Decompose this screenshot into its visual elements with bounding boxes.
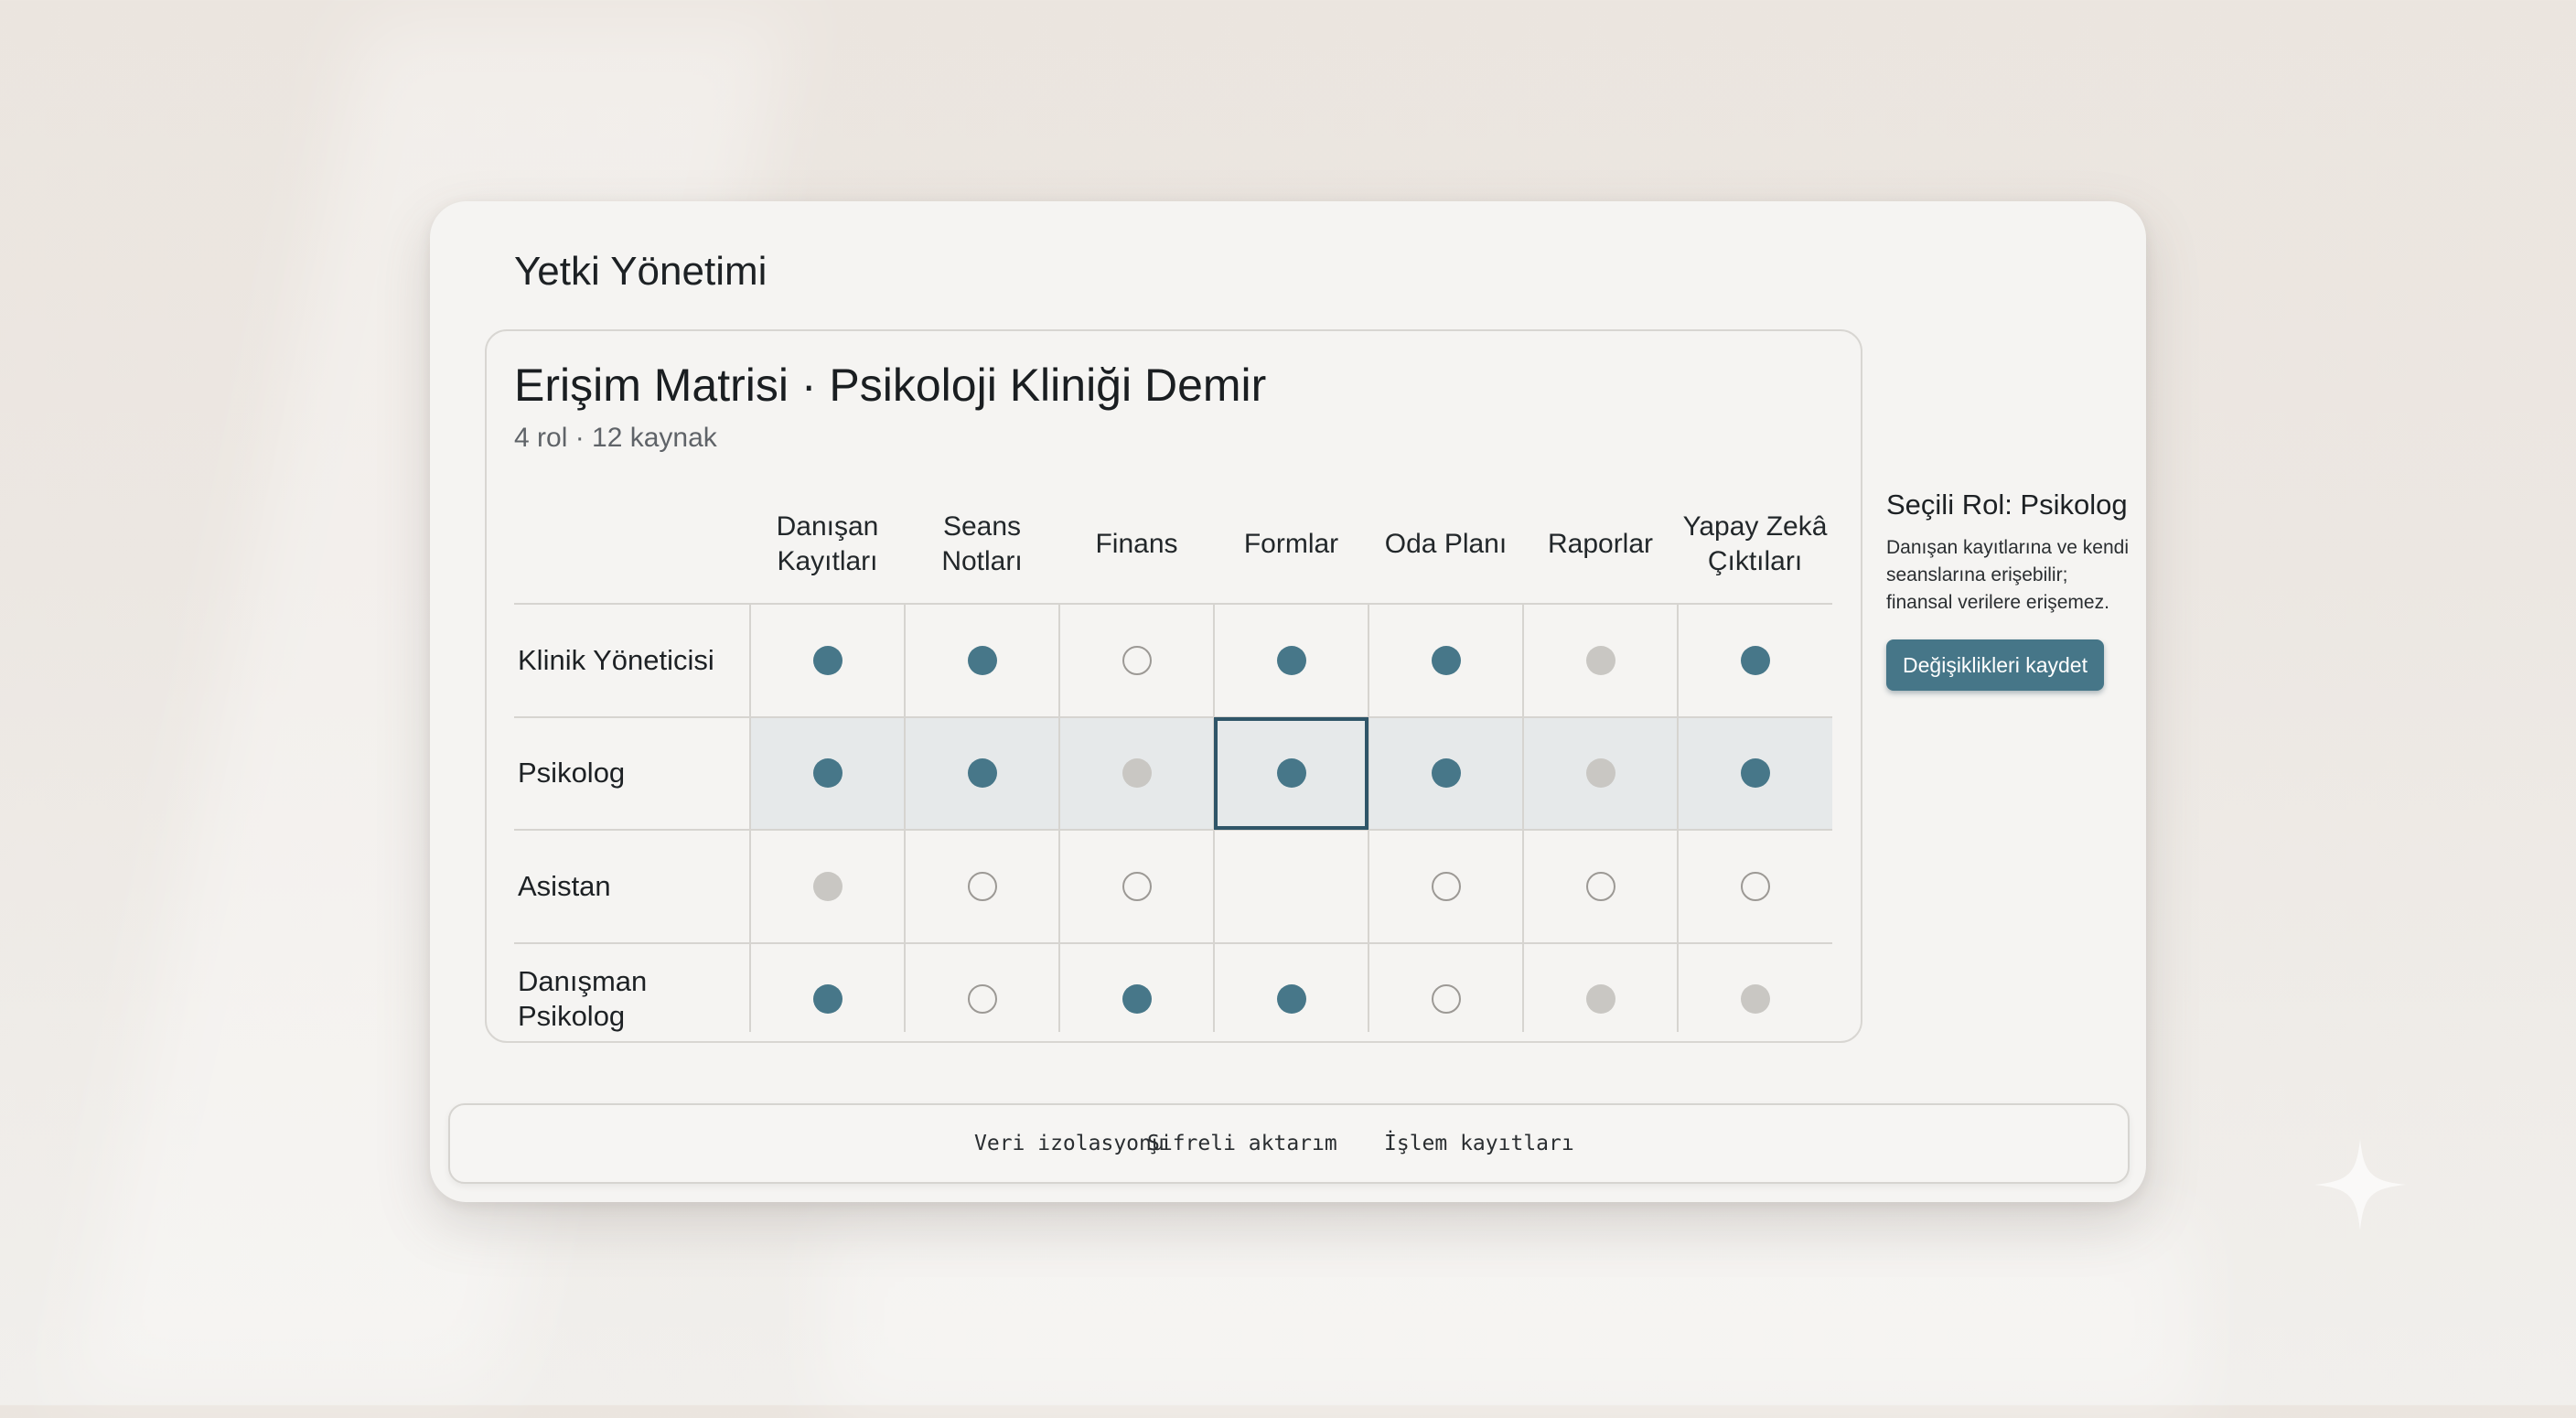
permission-cell[interactable] bbox=[750, 604, 905, 716]
permission-cell[interactable] bbox=[1523, 943, 1678, 1056]
permission-full-dot bbox=[967, 758, 997, 788]
role-label: Asistan bbox=[518, 869, 611, 902]
column-header: Seans Notları bbox=[941, 511, 1023, 576]
permission-cell-focused[interactable] bbox=[1214, 716, 1368, 830]
column-header: Raporlar bbox=[1547, 529, 1654, 559]
permission-none-dot bbox=[1431, 871, 1461, 901]
permission-cell[interactable] bbox=[750, 717, 905, 830]
permission-none-dot bbox=[1585, 871, 1615, 901]
sparkle-icon bbox=[2314, 1139, 2406, 1230]
permission-full-dot bbox=[967, 645, 997, 675]
permission-partial-dot bbox=[1585, 645, 1615, 675]
selected-role-description: Danışan kayıtlarına ve kendi seanslarına… bbox=[1886, 537, 2129, 613]
permission-cell[interactable] bbox=[905, 943, 1059, 1056]
permission-cell[interactable] bbox=[905, 830, 1059, 942]
column-header: Formlar bbox=[1243, 529, 1339, 559]
role-label: Psikolog bbox=[518, 757, 626, 790]
permission-cell[interactable] bbox=[1678, 717, 1832, 830]
permission-cell[interactable] bbox=[1059, 717, 1214, 830]
permission-cell[interactable] bbox=[1523, 717, 1678, 830]
permission-cell[interactable] bbox=[1214, 604, 1368, 716]
column-header: Finans bbox=[1095, 529, 1178, 559]
column-header: Danışan Kayıtları bbox=[776, 511, 879, 576]
permission-partial-dot bbox=[812, 871, 843, 901]
save-changes-button[interactable]: Değişiklikleri kaydet bbox=[1886, 639, 2104, 691]
permission-full-dot bbox=[1431, 758, 1461, 788]
window-light-bottom bbox=[823, 1217, 2195, 1418]
permission-none-dot bbox=[967, 871, 997, 901]
permission-cell[interactable] bbox=[1214, 830, 1368, 942]
footer-audit-logs: İşlem kayıtları bbox=[1384, 1132, 1574, 1155]
permission-cell[interactable] bbox=[1368, 943, 1523, 1056]
permission-full-dot bbox=[1122, 984, 1152, 1014]
footer-encrypted-transfer: Şifreli aktarım bbox=[1147, 1132, 1337, 1155]
matrix-subtitle: 4 rol · 12 kaynak bbox=[514, 423, 717, 453]
permission-cell[interactable] bbox=[1678, 943, 1832, 1056]
security-footer: Veri izolasyonu Şifreli aktarım İşlem ka… bbox=[448, 1103, 2130, 1184]
permission-full-dot bbox=[1276, 758, 1306, 788]
permission-cell[interactable] bbox=[1523, 830, 1678, 942]
permission-partial-dot bbox=[1585, 758, 1615, 788]
permission-cell[interactable] bbox=[1368, 830, 1523, 942]
permission-cell[interactable] bbox=[905, 717, 1059, 830]
permission-cell[interactable] bbox=[750, 830, 905, 942]
footer-data-isolation: Veri izolasyonu bbox=[974, 1132, 1165, 1155]
permission-none-dot bbox=[1431, 984, 1461, 1014]
permission-full-dot bbox=[1431, 645, 1461, 675]
permission-cell[interactable] bbox=[1059, 830, 1214, 942]
permission-full-dot bbox=[1276, 984, 1306, 1014]
permission-full-dot bbox=[1276, 645, 1306, 675]
role-label: Danışman Psikolog bbox=[518, 965, 648, 1033]
permission-full-dot bbox=[1740, 645, 1770, 675]
permission-cell[interactable] bbox=[1368, 604, 1523, 716]
permission-full-dot bbox=[812, 645, 843, 675]
permission-cell[interactable] bbox=[905, 604, 1059, 716]
permission-cell[interactable] bbox=[1368, 717, 1523, 830]
access-matrix-grid: Danışan Kayıtları Seans Notları Finans Form… bbox=[514, 485, 1835, 1032]
permission-cell[interactable] bbox=[1523, 604, 1678, 716]
permission-cell[interactable] bbox=[750, 943, 905, 1056]
matrix-title: Erişim Matrisi · Psikoloji Kliniği Demir bbox=[514, 360, 1267, 411]
permission-partial-dot bbox=[1740, 984, 1770, 1014]
access-matrix-panel: Erişim Matrisi · Psikoloji Kliniği Demir… bbox=[485, 329, 1862, 1043]
permissions-card: Yetki Yönetimi Erişim Matrisi · Psikoloj… bbox=[430, 201, 2146, 1202]
column-header: Oda Planı bbox=[1384, 529, 1508, 559]
selected-role-title: Seçili Rol: Psikolog bbox=[1886, 489, 2128, 521]
permission-full-dot bbox=[812, 984, 843, 1014]
permission-full-dot bbox=[1740, 758, 1770, 788]
permission-partial-dot bbox=[1122, 758, 1152, 788]
permission-cell[interactable] bbox=[1059, 604, 1214, 716]
permission-cell[interactable] bbox=[1214, 943, 1368, 1056]
permission-partial-dot bbox=[1585, 984, 1615, 1014]
permission-none-dot bbox=[967, 984, 997, 1014]
permission-none-dot bbox=[1740, 871, 1770, 901]
permission-none-dot bbox=[1122, 645, 1152, 675]
column-header: Yapay Zekâ Çıktıları bbox=[1682, 511, 1828, 576]
permission-cell[interactable] bbox=[1678, 604, 1832, 716]
permission-cell[interactable] bbox=[1678, 830, 1832, 942]
permission-full-dot bbox=[812, 758, 843, 788]
role-label: Klinik Yöneticisi bbox=[518, 643, 714, 676]
permission-cell[interactable] bbox=[1059, 943, 1214, 1056]
permission-none-dot bbox=[1122, 871, 1152, 901]
page-title: Yetki Yönetimi bbox=[514, 249, 767, 294]
